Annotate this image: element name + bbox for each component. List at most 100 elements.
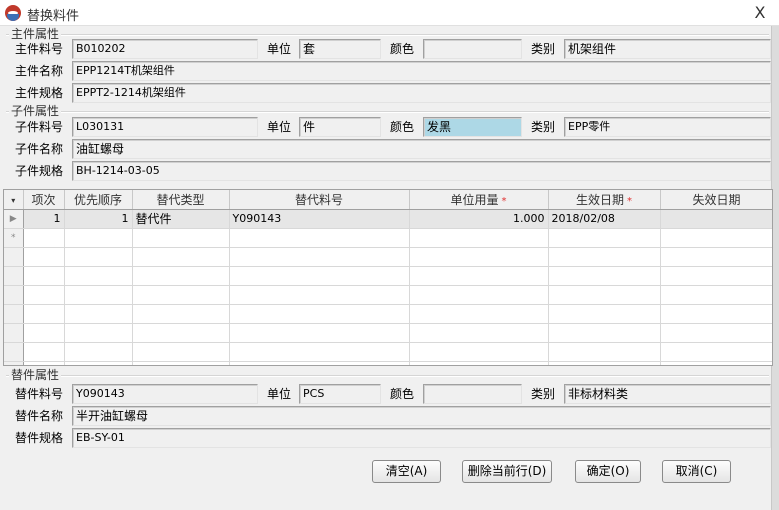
replacement-category-field[interactable]: 非标材料类 (564, 384, 771, 404)
close-icon[interactable]: X (749, 2, 771, 24)
main-color-field[interactable] (423, 39, 522, 59)
title-bar: 替换料件 X (0, 0, 779, 26)
empty-cell[interactable] (660, 228, 772, 248)
empty-cell[interactable] (229, 228, 410, 248)
replacement-color-field[interactable] (423, 384, 522, 404)
empty-cell (548, 304, 661, 324)
column-header-qty[interactable]: 单位用量 * (409, 190, 549, 210)
cell-end-date[interactable] (660, 209, 772, 229)
delete-current-row-button[interactable]: 删除当前行(D) (462, 460, 552, 483)
clear-button[interactable]: 清空(A) (372, 460, 441, 483)
empty-cell (409, 361, 549, 365)
sub-code-field[interactable]: L030131 (72, 117, 258, 137)
main-color-label: 颜色 (390, 42, 415, 56)
table-row[interactable]: ▶ 1 1 替代件 Y090143 1.000 2018/02/08 (4, 209, 772, 229)
new-row-marker-icon[interactable]: * (4, 228, 24, 248)
empty-row (4, 323, 772, 343)
main-spec-label: 主件规格 (15, 86, 64, 100)
new-row[interactable]: * (4, 228, 772, 248)
row-header (4, 342, 24, 362)
column-header-start-date-label: 生效日期 (575, 192, 624, 207)
cell-qty[interactable]: 1.000 (409, 209, 549, 229)
empty-cell (64, 361, 133, 365)
cell-part[interactable]: Y090143 (229, 209, 410, 229)
sub-name-label: 子件名称 (15, 142, 64, 156)
sub-unit-label: 单位 (267, 120, 292, 134)
main-code-field[interactable]: B010202 (72, 39, 258, 59)
column-header-end-date[interactable]: 失效日期 (660, 190, 772, 210)
empty-cell (409, 266, 549, 286)
empty-cell (132, 323, 230, 343)
empty-row (4, 342, 772, 362)
main-name-field[interactable]: EPP1214T机架组件 (72, 61, 771, 81)
sub-category-label: 类别 (531, 120, 556, 134)
replacement-unit-label: 单位 (267, 387, 292, 401)
replacement-spec-field[interactable]: EB-SY-01 (72, 428, 771, 448)
sub-category-field[interactable]: EPP零件 (564, 117, 771, 137)
empty-cell (660, 247, 772, 267)
column-header-item[interactable]: 项次 (23, 190, 65, 210)
replacement-code-field[interactable]: Y090143 (72, 384, 258, 404)
sub-spec-field[interactable]: BH-1214-03-05 (72, 161, 771, 181)
empty-row (4, 304, 772, 324)
main-part-group-label: 主件属性 (9, 27, 62, 41)
empty-cell (132, 304, 230, 324)
cell-type[interactable]: 替代件 (132, 209, 230, 229)
cell-item[interactable]: 1 (23, 209, 65, 229)
empty-row (4, 361, 772, 365)
row-header (4, 247, 24, 267)
empty-cell (229, 323, 410, 343)
sub-spec-label: 子件规格 (15, 164, 64, 178)
ok-button[interactable]: 确定(O) (575, 460, 641, 483)
chevron-down-icon[interactable]: ▾ (11, 196, 15, 205)
empty-cell[interactable] (548, 228, 661, 248)
replacement-group-label: 替件属性 (9, 368, 62, 382)
replacement-color-label: 颜色 (390, 387, 415, 401)
cell-start-date[interactable]: 2018/02/08 (548, 209, 661, 229)
sub-color-field[interactable]: 发黑 (423, 117, 522, 137)
empty-cell (23, 247, 65, 267)
main-category-label: 类别 (531, 42, 556, 56)
column-header-type[interactable]: 替代类型 (132, 190, 230, 210)
cancel-button[interactable]: 取消(C) (662, 460, 731, 483)
replacement-spec-label: 替件规格 (15, 431, 64, 445)
empty-cell (23, 342, 65, 362)
row-header (4, 361, 24, 365)
empty-cell (229, 266, 410, 286)
row-pointer-icon[interactable]: ▶ (4, 209, 24, 229)
sub-unit-field[interactable]: 件 (299, 117, 381, 137)
sub-name-field[interactable]: 油缸螺母 (72, 139, 771, 159)
replacement-unit-field[interactable]: PCS (299, 384, 381, 404)
grid-corner-button[interactable]: ▾ (4, 190, 24, 210)
empty-cell (23, 266, 65, 286)
empty-cell (660, 323, 772, 343)
main-spec-field[interactable]: EPPT2-1214机架组件 (72, 83, 771, 103)
empty-cell (660, 361, 772, 365)
empty-cell (132, 342, 230, 362)
cell-priority[interactable]: 1 (64, 209, 133, 229)
empty-cell (548, 247, 661, 267)
sub-part-group-divider (6, 111, 769, 113)
main-category-field[interactable]: 机架组件 (564, 39, 771, 59)
empty-cell[interactable] (23, 228, 65, 248)
column-header-priority[interactable]: 优先顺序 (64, 190, 133, 210)
replacement-category-label: 类别 (531, 387, 556, 401)
empty-cell[interactable] (132, 228, 230, 248)
main-unit-field[interactable]: 套 (299, 39, 381, 59)
sub-part-group-label: 子件属性 (9, 104, 62, 118)
replacement-group-divider (6, 375, 769, 377)
replacement-code-label: 替件料号 (15, 387, 64, 401)
empty-cell (660, 342, 772, 362)
column-header-part[interactable]: 替代料号 (229, 190, 410, 210)
empty-cell (64, 285, 133, 305)
substitution-grid[interactable]: ▾ 项次 优先顺序 替代类型 替代料号 单位用量 * 生效日期 * 失效日期 ▶ 1… (3, 189, 773, 366)
column-header-start-date[interactable]: 生效日期 * (548, 190, 661, 210)
replacement-name-field[interactable]: 半开油缸螺母 (72, 406, 771, 426)
empty-cell (409, 323, 549, 343)
empty-cell (64, 304, 133, 324)
empty-cell[interactable] (64, 228, 133, 248)
empty-cell[interactable] (409, 228, 549, 248)
empty-cell (229, 285, 410, 305)
empty-cell (64, 247, 133, 267)
empty-row (4, 247, 772, 267)
